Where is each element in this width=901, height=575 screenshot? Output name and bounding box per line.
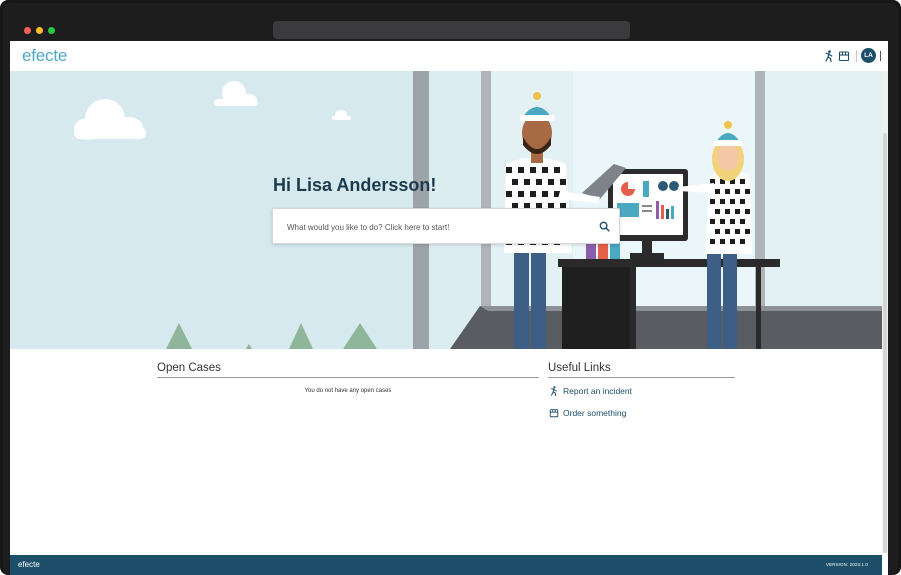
link-order-something[interactable]: Order something <box>548 406 626 420</box>
version-label: VERSION: 2023.1.0 <box>826 562 868 567</box>
hero-banner: Hi Lisa Andersson! <box>10 71 882 349</box>
report-incident-icon <box>548 386 559 397</box>
window-close-dot[interactable] <box>24 27 31 34</box>
open-cases-divider <box>157 377 539 378</box>
page-footer: efecte VERSION: 2023.1.0 <box>10 555 882 575</box>
search-icon[interactable] <box>599 221 610 232</box>
useful-links-divider <box>548 377 735 378</box>
useful-links-title: Useful Links <box>548 362 611 374</box>
header-edge-marker <box>880 51 881 61</box>
footer-logo: efecte <box>18 560 40 569</box>
app-viewport: efecte LA Hi Lisa Andersson! What would … <box>10 41 888 575</box>
page-scrollbar[interactable] <box>882 71 888 553</box>
link-report-incident-label[interactable]: Report an incident <box>563 386 632 396</box>
open-cases-empty-message: You do not have any open cases <box>304 388 392 394</box>
efecte-logo[interactable]: efecte <box>22 46 67 66</box>
service-search-box[interactable] <box>272 208 620 244</box>
search-input[interactable] <box>287 220 587 234</box>
header-divider <box>856 50 857 62</box>
window-zoom-dot[interactable] <box>48 27 55 34</box>
open-cases-title: Open Cases <box>157 362 221 374</box>
window-minimize-dot[interactable] <box>36 27 43 34</box>
link-order-something-label[interactable]: Order something <box>563 408 626 418</box>
user-avatar[interactable]: LA <box>861 48 876 63</box>
link-report-incident[interactable]: Report an incident <box>548 384 632 398</box>
address-bar[interactable] <box>273 21 630 39</box>
report-incident-icon[interactable] <box>822 49 836 63</box>
report-incident-glyph <box>825 50 833 62</box>
top-header: efecte LA <box>10 41 882 71</box>
scrollbar-thumb[interactable] <box>883 133 887 553</box>
welcome-greeting: Hi Lisa Andersson! <box>273 175 437 195</box>
order-store-link-glyph <box>549 409 558 418</box>
order-store-icon <box>548 408 559 419</box>
order-store-icon[interactable] <box>837 49 851 63</box>
report-incident-link-glyph <box>550 386 557 396</box>
order-store-glyph <box>838 51 850 62</box>
